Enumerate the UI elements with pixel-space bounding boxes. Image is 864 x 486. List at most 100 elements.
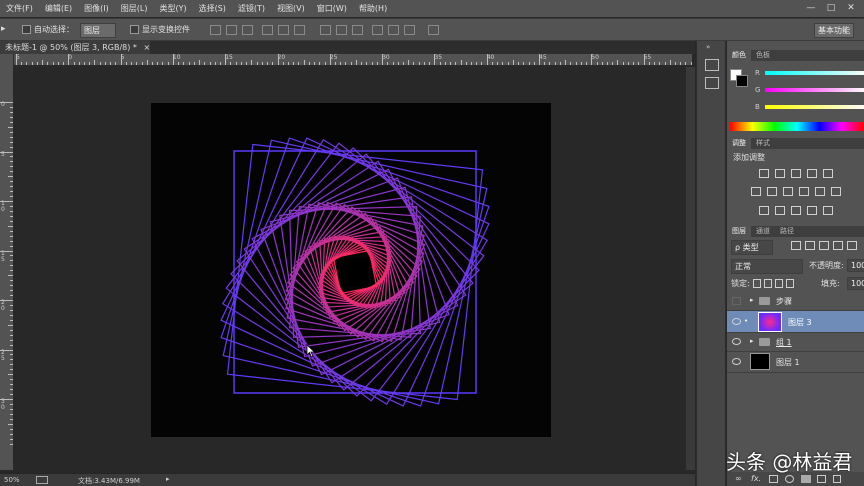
group-expand-arrow-icon[interactable]: ▸ <box>750 337 754 345</box>
menu-help[interactable]: 帮助(H) <box>359 3 387 14</box>
opacity-input[interactable]: 100% <box>847 259 864 272</box>
menu-layer[interactable]: 图层(L) <box>121 3 148 14</box>
group-expand-arrow-icon[interactable]: ▸ <box>750 296 754 304</box>
align-bottom-icon[interactable] <box>242 25 253 35</box>
blend-mode-dropdown[interactable]: 正常 <box>731 259 803 274</box>
eye-icon[interactable] <box>732 338 741 345</box>
document-canvas[interactable] <box>151 103 551 437</box>
distribute-vcenter-icon[interactable] <box>336 25 347 35</box>
lock-all-icon[interactable] <box>786 279 794 288</box>
align-top-icon[interactable] <box>210 25 221 35</box>
menu-image[interactable]: 图像(I) <box>84 3 109 14</box>
vibrance-icon[interactable] <box>823 169 833 178</box>
visibility-off-box[interactable] <box>732 297 741 305</box>
tab-swatches[interactable]: 色板 <box>751 50 775 61</box>
black-white-icon[interactable] <box>783 187 793 196</box>
menu-file[interactable]: 文件(F) <box>6 3 33 14</box>
fx-icon[interactable]: fx. <box>751 474 761 483</box>
distribute-top-icon[interactable] <box>320 25 331 35</box>
properties-panel-icon[interactable] <box>705 77 719 89</box>
history-panel-icon[interactable] <box>705 59 719 71</box>
auto-align-icon[interactable] <box>428 25 439 35</box>
vertical-scrollbar[interactable] <box>686 67 695 470</box>
posterize-icon[interactable] <box>775 206 785 215</box>
status-menu-arrow-icon[interactable]: ▸ <box>166 475 170 483</box>
layer-filter-dropdown[interactable]: ρ 类型 <box>731 240 773 255</box>
selective-color-icon[interactable] <box>807 206 817 215</box>
auto-select-target-dropdown[interactable]: 图层 <box>80 23 116 38</box>
filter-adjust-icon[interactable] <box>805 241 815 250</box>
distribute-hcenter-icon[interactable] <box>388 25 399 35</box>
layer-row-layer1[interactable]: 图层 1 <box>727 352 864 373</box>
layer-row-group1[interactable]: ▸ 组 1 <box>727 333 864 352</box>
h-ruler-tick <box>533 62 535 65</box>
lock-position-icon[interactable] <box>775 279 783 288</box>
new-adjustment-icon[interactable] <box>785 475 794 483</box>
new-group-icon[interactable] <box>801 475 811 483</box>
invert-icon[interactable] <box>759 206 769 215</box>
show-transform-checkbox[interactable] <box>130 25 139 34</box>
delete-layer-icon[interactable] <box>833 475 841 483</box>
color-spectrum-bar[interactable] <box>730 122 864 131</box>
distribute-right-icon[interactable] <box>404 25 415 35</box>
add-mask-icon[interactable] <box>769 475 778 483</box>
tab-adjustments[interactable]: 调整 <box>727 138 751 149</box>
tab-channels[interactable]: 通道 <box>751 226 775 237</box>
color-lookup-icon[interactable] <box>831 187 841 196</box>
link-layers-icon[interactable]: ∞ <box>735 474 742 483</box>
eye-icon[interactable] <box>732 318 741 325</box>
curves-icon[interactable] <box>791 169 801 178</box>
gradient-map-icon[interactable] <box>823 206 833 215</box>
layer-row-steps-group[interactable]: ▸ 步骤 <box>727 292 864 311</box>
document-tab[interactable]: 未标题-1 @ 50% (图层 3, RGB/8) * × <box>0 41 150 54</box>
menu-window[interactable]: 窗口(W) <box>317 3 347 14</box>
filter-pixel-icon[interactable] <box>791 241 801 250</box>
filter-smart-icon[interactable] <box>847 241 857 250</box>
restore-icon[interactable]: □ <box>824 2 838 14</box>
channel-mixer-icon[interactable] <box>815 187 825 196</box>
new-layer-icon[interactable] <box>817 475 826 483</box>
align-right-icon[interactable] <box>294 25 305 35</box>
status-info-icon[interactable] <box>36 476 48 484</box>
background-color-swatch[interactable] <box>736 75 748 87</box>
minimize-icon[interactable]: — <box>804 2 818 14</box>
r-slider[interactable] <box>765 71 864 75</box>
color-balance-icon[interactable] <box>767 187 777 196</box>
h-ruler-tick <box>685 62 687 65</box>
menu-select[interactable]: 选择(S) <box>199 3 226 14</box>
exposure-icon[interactable] <box>807 169 817 178</box>
menu-type[interactable]: 类型(Y) <box>159 3 186 14</box>
distribute-bottom-icon[interactable] <box>352 25 363 35</box>
g-slider[interactable] <box>765 88 864 92</box>
lock-transparent-icon[interactable] <box>753 279 761 288</box>
tab-styles[interactable]: 样式 <box>751 138 775 149</box>
layer-row-layer3[interactable]: • 图层 3 <box>727 311 864 333</box>
tab-layers[interactable]: 图层 <box>727 226 751 237</box>
auto-select-checkbox[interactable] <box>22 25 31 34</box>
align-vcenter-icon[interactable] <box>226 25 237 35</box>
eye-icon[interactable] <box>732 358 741 365</box>
menu-edit[interactable]: 编辑(E) <box>45 3 72 14</box>
filter-type-icon[interactable] <box>819 241 829 250</box>
photo-filter-icon[interactable] <box>799 187 809 196</box>
move-tool-icon[interactable]: ▸ <box>1 24 6 34</box>
filter-shape-icon[interactable] <box>833 241 843 250</box>
b-slider[interactable] <box>765 105 864 109</box>
close-icon[interactable]: ✕ <box>844 2 858 14</box>
align-hcenter-icon[interactable] <box>278 25 289 35</box>
tab-paths[interactable]: 路径 <box>775 226 799 237</box>
tab-color[interactable]: 颜色 <box>727 50 751 61</box>
lock-image-icon[interactable] <box>764 279 772 288</box>
zoom-level[interactable]: 50% <box>4 476 20 484</box>
distribute-left-icon[interactable] <box>372 25 383 35</box>
levels-icon[interactable] <box>775 169 785 178</box>
menu-filter[interactable]: 滤镜(T) <box>238 3 265 14</box>
align-left-icon[interactable] <box>262 25 273 35</box>
workspace-button[interactable]: 基本功能 <box>814 23 854 38</box>
fill-input[interactable]: 100% <box>847 277 864 290</box>
menu-view[interactable]: 视图(V) <box>277 3 305 14</box>
brightness-icon[interactable] <box>759 169 769 178</box>
collapse-panels-icon[interactable]: » <box>706 43 710 51</box>
hue-saturation-icon[interactable] <box>751 187 761 196</box>
threshold-icon[interactable] <box>791 206 801 215</box>
